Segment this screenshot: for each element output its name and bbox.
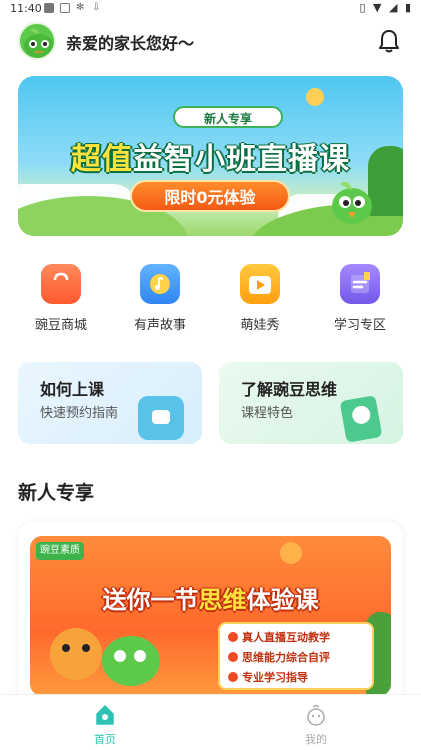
profile-icon <box>304 703 328 727</box>
promo-feature-item: 真人直播互动教学 <box>228 628 364 648</box>
status-time: 11:40 <box>10 2 42 15</box>
planet-decoration <box>280 542 302 564</box>
download-icon: ⇩ <box>92 2 101 13</box>
section-title: 新人专享 <box>18 482 95 504</box>
status-bar: 11:40 ✻ ⇩ ▯ ▼ ◢ ▮ <box>0 0 421 18</box>
header: 亲爱的家长您好～ <box>0 18 421 64</box>
promo-feature-text: 思维能力综合自评 <box>242 651 330 664</box>
promo-feature-text: 专业学习指导 <box>242 671 308 684</box>
promo-title-highlight: 思维 <box>198 586 247 614</box>
quick-item-shop[interactable]: 豌豆商城 <box>21 262 101 342</box>
quick-item-label: 豌豆商城 <box>34 318 87 333</box>
tab-label: 我的 <box>305 733 327 746</box>
quick-item-label: 有声故事 <box>133 318 186 333</box>
promo-title-part: 体验课 <box>246 586 319 614</box>
tab-profile[interactable]: 我的 <box>276 701 356 746</box>
home-icon <box>93 703 117 727</box>
tab-home[interactable]: 首页 <box>65 701 145 746</box>
promo-feature-item: 思维能力综合自评 <box>228 648 364 668</box>
banner-title-rest: 益智小班直播课 <box>133 142 350 177</box>
planet-decoration <box>306 88 324 106</box>
how-to-class-card[interactable]: 如何上课 快速预约指南 <box>18 362 202 444</box>
promo-banner[interactable]: 新人专享 超值益智小班直播课 限时0元体验 <box>18 76 403 236</box>
promo-title-part: 送你一节 <box>102 586 199 614</box>
brand-logo: 豌豆素质 <box>36 542 84 560</box>
notification-icon <box>44 3 54 13</box>
pea-mascot-icon <box>102 636 160 686</box>
trial-class-banner[interactable]: 豌豆素质 送你一节思维体验课 真人直播互动教学 思维能力综合自评 专业学习指导 <box>30 536 391 696</box>
check-icon <box>228 672 238 682</box>
banner-title-highlight: 超值 <box>71 142 133 177</box>
quick-item-study[interactable]: 学习专区 <box>320 262 400 342</box>
card-title: 了解豌豆思维 <box>241 380 338 399</box>
pea-mascot-icon <box>326 176 378 228</box>
music-note-icon <box>140 264 180 304</box>
card-title: 如何上课 <box>40 380 105 399</box>
banner-title: 超值益智小班直播课 <box>18 134 403 178</box>
promo-title: 送你一节思维体验课 <box>30 580 391 615</box>
bell-icon[interactable] <box>377 28 401 54</box>
book-icon <box>339 395 383 443</box>
status-icons: ▯ ▼ ◢ ▮ <box>359 1 413 14</box>
check-icon <box>228 632 238 642</box>
quick-item-stories[interactable]: 有声故事 <box>120 262 200 342</box>
bottom-tab-bar: 首页 我的 <box>0 694 421 750</box>
pea-mascot-icon <box>24 28 54 58</box>
video-play-icon <box>240 264 280 304</box>
check-icon <box>228 652 238 662</box>
quick-menu: 豌豆商城 有声故事 萌娃秀 学习专区 <box>18 262 403 342</box>
notification-icon <box>60 3 70 13</box>
app-screen: 11:40 ✻ ⇩ ▯ ▼ ◢ ▮ 亲爱的家长您好～ 新人专享 超值益智小班直播… <box>0 0 421 750</box>
free-trial-button[interactable]: 限时0元体验 <box>130 180 290 212</box>
new-user-promo-card[interactable]: 豌豆素质 送你一节思维体验课 真人直播互动教学 思维能力综合自评 专业学习指导 <box>18 522 403 702</box>
quick-item-label: 萌娃秀 <box>240 318 280 333</box>
backpack-icon <box>138 396 184 440</box>
banner-tag: 新人专享 <box>173 106 283 128</box>
quick-item-label: 学习专区 <box>333 318 386 333</box>
promo-feature-item: 专业学习指导 <box>228 668 364 688</box>
promo-feature-list: 真人直播互动教学 思维能力综合自评 专业学习指导 <box>218 622 374 690</box>
about-wandou-card[interactable]: 了解豌豆思维 课程特色 <box>219 362 403 444</box>
card-subtitle: 课程特色 <box>241 406 294 421</box>
greeting-text: 亲爱的家长您好～ <box>66 34 195 53</box>
tab-label: 首页 <box>94 733 116 746</box>
promo-feature-text: 真人直播互动教学 <box>242 631 330 644</box>
card-subtitle: 快速预约指南 <box>40 406 119 421</box>
avatar[interactable] <box>18 22 56 60</box>
quick-item-kids-show[interactable]: 萌娃秀 <box>220 262 300 342</box>
notification-icon: ✻ <box>76 2 85 13</box>
tiger-mascot-icon <box>50 628 102 680</box>
book-icon <box>340 264 380 304</box>
shopping-bag-icon <box>41 264 81 304</box>
